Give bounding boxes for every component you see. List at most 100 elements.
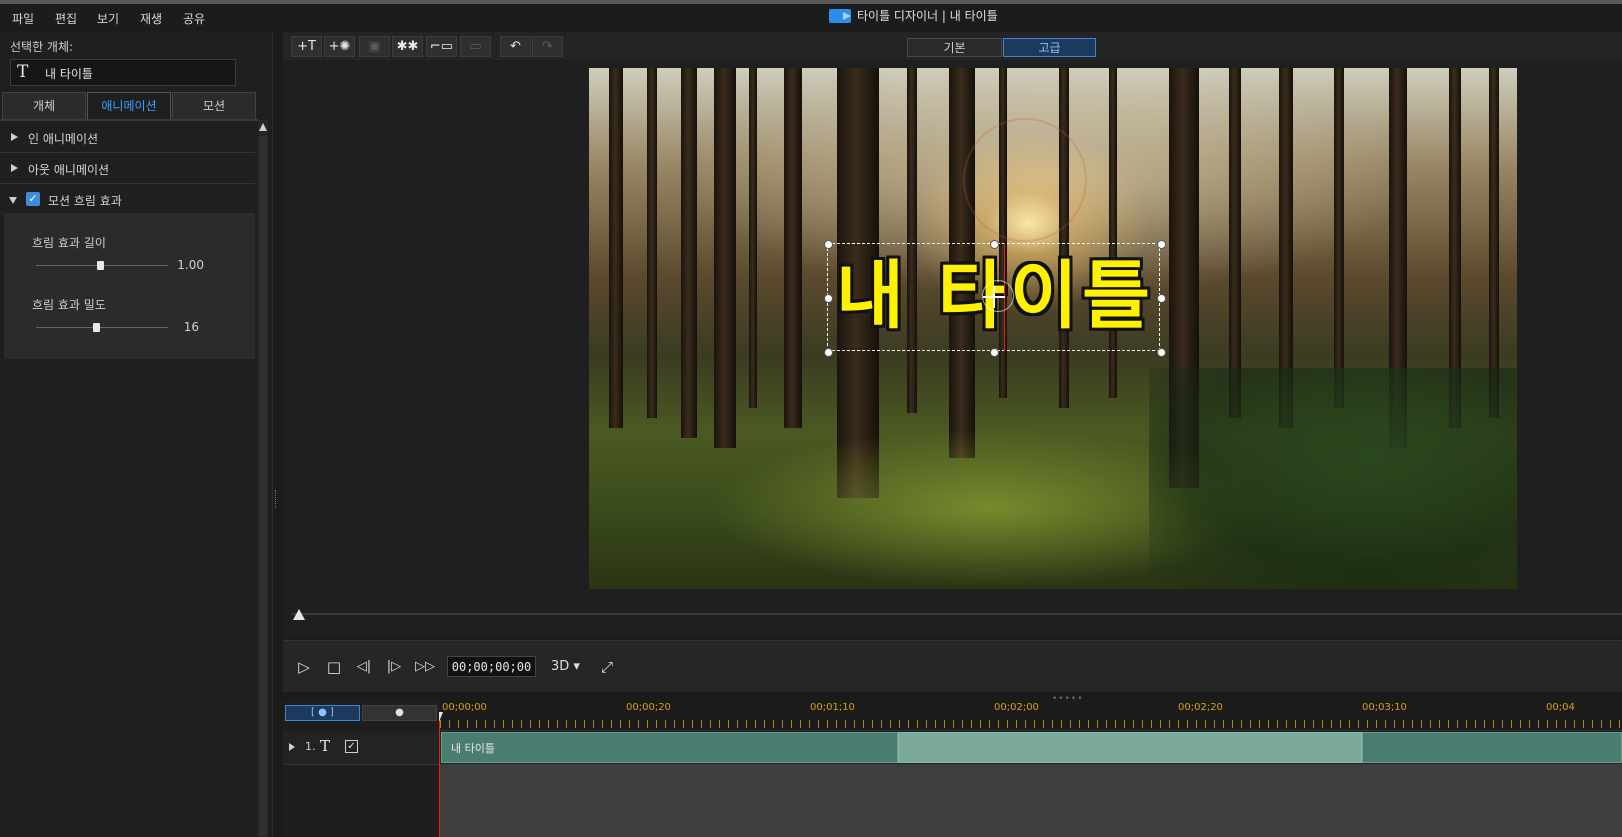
section-out-animation-label: 아웃 애니메이션 <box>28 163 110 177</box>
ruler-ticks <box>440 720 1622 728</box>
panel-resize-grip[interactable] <box>275 490 279 508</box>
blur-density-thumb[interactable] <box>93 323 100 332</box>
forest-tree <box>681 68 697 438</box>
blur-length-thumb[interactable] <box>97 261 104 270</box>
forest-tree <box>1059 68 1069 408</box>
next-frame-icon[interactable]: |▷ <box>383 656 405 678</box>
view-basic-button[interactable]: 기본 <box>907 38 1002 57</box>
section-in-animation[interactable]: 인 애니메이션 <box>0 122 255 153</box>
view-advanced-button[interactable]: 고급 <box>1003 38 1096 57</box>
title-clip-middle-segment[interactable] <box>898 732 1362 763</box>
section-motion-blur[interactable]: ✓ 모션 흐림 효과 <box>0 184 255 214</box>
ruler-label: 00;02;00 <box>994 702 1039 713</box>
playhead-marker-icon[interactable] <box>439 712 443 722</box>
insert-text-icon[interactable]: +T <box>291 36 322 57</box>
tab-animation[interactable]: 애니메이션 <box>87 92 171 119</box>
3d-mode-dropdown[interactable]: 3D ▾ <box>551 659 580 674</box>
timeline-mode-button[interactable]: ● <box>362 705 437 721</box>
forest-tree <box>609 68 623 428</box>
move-cursor-icon <box>993 286 995 308</box>
app-logo-icon <box>829 8 851 23</box>
ruler-label: 00;00;20 <box>626 702 671 713</box>
ruler-label: 00;03;10 <box>1362 702 1407 713</box>
stop-icon[interactable]: □ <box>323 656 345 678</box>
insert-particle-icon[interactable]: +✺ <box>324 36 355 57</box>
scroll-up-icon[interactable] <box>259 123 267 131</box>
fast-forward-icon[interactable]: ▷▷ <box>414 656 436 678</box>
preview-scrub-track[interactable] <box>292 613 1622 615</box>
timeline-splitter[interactable] <box>283 692 1622 700</box>
menu-play[interactable]: 재생 <box>140 10 162 27</box>
menu-bar: 파일 편집 보기 재생 공유 타이틀 디자이너 | 내 타이틀 <box>0 4 1622 32</box>
play-icon[interactable]: ▷ <box>293 656 315 678</box>
motion-blur-checkbox[interactable]: ✓ <box>26 192 40 206</box>
menu-file[interactable]: 파일 <box>12 10 34 27</box>
forest-tree <box>1334 68 1344 408</box>
forest-tree <box>647 68 657 418</box>
resize-handle[interactable] <box>1157 240 1166 249</box>
preview-scrub-thumb[interactable] <box>293 609 305 620</box>
ruler-label: 00;02;20 <box>1178 702 1223 713</box>
insert-effect-icon[interactable]: ✱✱ <box>392 36 423 57</box>
menu-share[interactable]: 공유 <box>183 10 205 27</box>
panel-scrollbar[interactable] <box>258 120 268 837</box>
text-object-icon: T <box>17 62 29 82</box>
blur-density-label: 흐림 효과 밀도 <box>32 298 106 312</box>
title-clip-end-segment[interactable] <box>1362 732 1622 763</box>
text-track-icon: T <box>320 737 331 755</box>
resize-handle[interactable] <box>824 240 833 249</box>
expand-arrow-icon <box>11 164 18 172</box>
blur-length-value: 1.00 <box>177 258 204 272</box>
app-title: 타이틀 디자이너 | 내 타이틀 <box>829 7 998 24</box>
blur-density-track[interactable] <box>36 327 168 328</box>
timecode-display[interactable]: 00;00;00;00 <box>447 656 536 677</box>
forest-tree <box>749 68 757 408</box>
blur-length-label: 흐림 효과 길이 <box>32 236 106 250</box>
tab-object[interactable]: 개체 <box>2 92 86 119</box>
resize-handle[interactable] <box>824 294 833 303</box>
redo-icon[interactable]: ↷ <box>532 36 563 57</box>
ruler-label: 00;00;00 <box>442 702 487 713</box>
resize-handle[interactable] <box>990 240 999 249</box>
selected-object-name: 내 타이틀 <box>45 67 93 81</box>
timeline-playhead[interactable] <box>439 712 440 837</box>
undo-icon[interactable]: ↶ <box>500 36 531 57</box>
lens-flare <box>963 118 1087 242</box>
tab-underline <box>0 119 258 121</box>
tab-motion[interactable]: 모션 <box>172 92 256 119</box>
timeline-empty-area <box>440 764 1622 837</box>
clip-label: 내 타이틀 <box>451 742 495 755</box>
collapse-arrow-icon <box>9 197 17 204</box>
undergrowth <box>1149 368 1517 589</box>
resize-handle[interactable] <box>1157 348 1166 357</box>
expand-arrow-icon <box>11 133 18 141</box>
timeline-mode-button-active[interactable]: [ ● ] <box>285 705 360 721</box>
forest-tree <box>714 68 736 448</box>
blur-density-value: 16 <box>183 320 199 334</box>
insert-image-icon[interactable]: ▣ <box>359 36 390 57</box>
title-clip[interactable]: 내 타이틀 <box>441 732 898 763</box>
track-number: 1. <box>305 740 316 753</box>
app-title-text: 타이틀 디자이너 | 내 타이틀 <box>857 9 998 23</box>
selected-object-label: 선택한 개체: <box>10 40 74 54</box>
forest-tree <box>1489 68 1499 418</box>
ruler-label: 00;01;10 <box>810 702 855 713</box>
menu-edit[interactable]: 편집 <box>55 10 77 27</box>
menu-view[interactable]: 보기 <box>97 10 119 27</box>
ruler-label: 00;04 <box>1546 702 1575 713</box>
resize-handle[interactable] <box>1157 294 1166 303</box>
scroll-thumb[interactable] <box>259 136 267 836</box>
expand-track-icon[interactable] <box>289 743 295 751</box>
resize-handle[interactable] <box>824 348 833 357</box>
forest-tree <box>1229 68 1241 418</box>
motion-blur-settings: 흐림 효과 길이 1.00 흐림 효과 밀도 16 <box>4 213 255 359</box>
section-out-animation[interactable]: 아웃 애니메이션 <box>0 153 255 184</box>
insert-background-icon[interactable]: ⌐▭ <box>426 36 457 57</box>
previous-frame-icon[interactable]: ◁| <box>353 656 375 678</box>
resize-handle[interactable] <box>990 348 999 357</box>
fullscreen-icon[interactable]: ⤢ <box>596 656 618 678</box>
crop-icon[interactable]: ▭ <box>460 36 491 57</box>
track-visibility-checkbox[interactable]: ✓ <box>345 740 358 753</box>
selected-object-field[interactable]: T 내 타이틀 <box>10 59 236 86</box>
section-in-animation-label: 인 애니메이션 <box>28 132 99 146</box>
